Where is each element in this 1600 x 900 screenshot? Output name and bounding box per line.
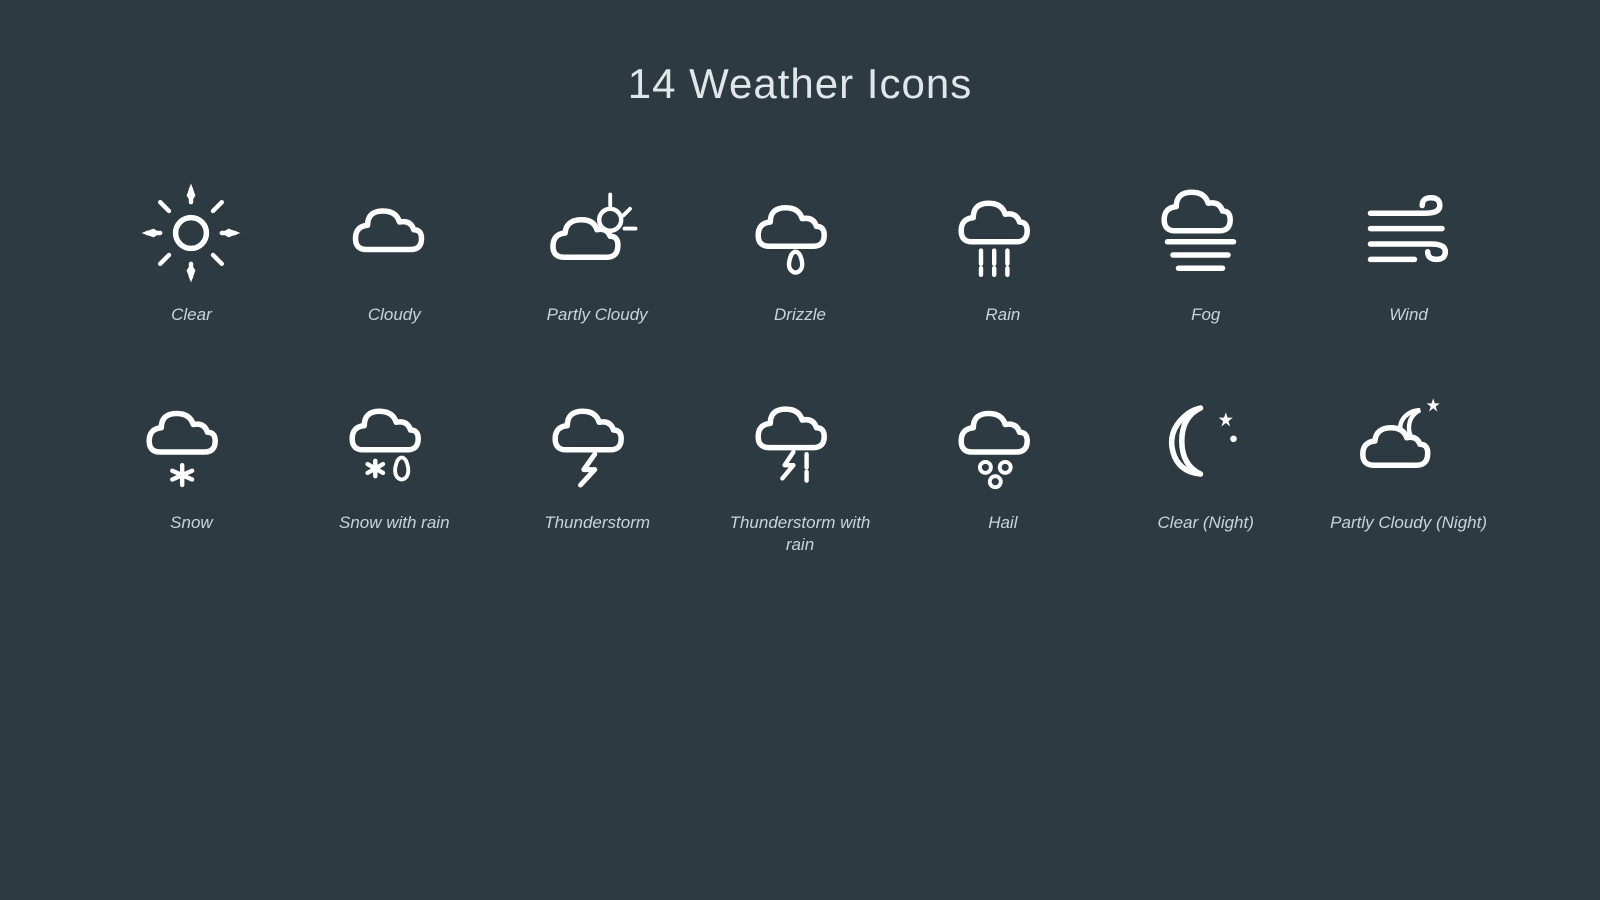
clear-night-icon: [1151, 386, 1261, 496]
thunderstorm-icon: [542, 386, 652, 496]
hail-label: Hail: [988, 512, 1017, 534]
snow-rain-label: Snow with rain: [339, 512, 450, 534]
thunderstorm-rain-icon: [745, 386, 855, 496]
icon-item-cloudy: Cloudy: [303, 168, 486, 336]
snow-label: Snow: [170, 512, 213, 534]
icon-item-partly-cloudy-night: Partly Cloudy (Night): [1317, 376, 1500, 566]
fog-label: Fog: [1191, 304, 1220, 326]
partly-cloudy-night-label: Partly Cloudy (Night): [1330, 512, 1487, 534]
rain-icon: [948, 178, 1058, 288]
fog-icon: [1151, 178, 1261, 288]
thunderstorm-rain-label: Thunderstorm with rain: [719, 512, 882, 556]
icons-grid: Clear Cloudy Partly Cloudy Drizzle: [100, 168, 1500, 566]
snow-icon: [136, 386, 246, 496]
icon-item-snow-rain: Snow with rain: [303, 376, 486, 566]
clear-label: Clear: [171, 304, 212, 326]
icon-item-partly-cloudy: Partly Cloudy: [506, 168, 689, 336]
partly-cloudy-label: Partly Cloudy: [547, 304, 648, 326]
wind-icon: [1354, 178, 1464, 288]
wind-label: Wind: [1389, 304, 1428, 326]
icon-item-fog: Fog: [1114, 168, 1297, 336]
icon-item-rain: Rain: [911, 168, 1094, 336]
drizzle-icon: [745, 178, 855, 288]
snow-with-rain-icon: [339, 386, 449, 496]
icon-item-thunderstorm: Thunderstorm: [506, 376, 689, 566]
icon-item-drizzle: Drizzle: [709, 168, 892, 336]
icon-item-wind: Wind: [1317, 168, 1500, 336]
hail-icon: [948, 386, 1058, 496]
partly-cloudy-night-icon: [1354, 386, 1464, 496]
clear-night-label: Clear (Night): [1158, 512, 1254, 534]
thunderstorm-label: Thunderstorm: [544, 512, 650, 534]
clear-icon: [136, 178, 246, 288]
icon-item-clear-night: Clear (Night): [1114, 376, 1297, 566]
page-title: 14 Weather Icons: [628, 60, 972, 108]
icon-item-clear: Clear: [100, 168, 283, 336]
drizzle-label: Drizzle: [774, 304, 826, 326]
row-spacer: [100, 336, 1500, 376]
icon-item-thunderstorm-rain: Thunderstorm with rain: [709, 376, 892, 566]
partly-cloudy-icon: [542, 178, 652, 288]
rain-label: Rain: [985, 304, 1020, 326]
cloudy-label: Cloudy: [368, 304, 421, 326]
icon-item-hail: Hail: [911, 376, 1094, 566]
icon-item-snow: Snow: [100, 376, 283, 566]
cloudy-icon: [339, 178, 449, 288]
